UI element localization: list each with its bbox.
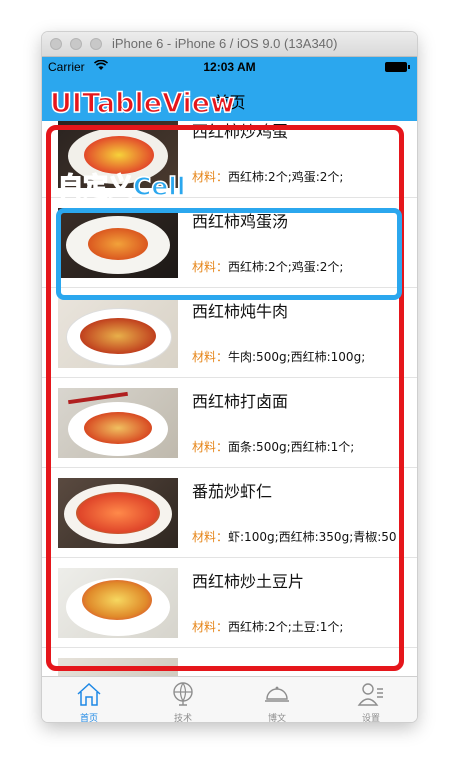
close-window-button[interactable]: [50, 38, 62, 50]
tableview-highlight: [46, 125, 404, 671]
cell-highlight: [56, 208, 402, 300]
tab-settings[interactable]: 设置: [324, 677, 417, 722]
status-bar: Carrier 12:03 AM: [42, 57, 417, 77]
tab-label: 博文: [267, 714, 286, 722]
battery-icon: [385, 62, 410, 72]
zoom-window-button[interactable]: [90, 38, 102, 50]
home-icon: [77, 682, 101, 706]
dome-icon: [265, 686, 289, 702]
tab-home[interactable]: 首页: [42, 677, 136, 722]
tableview-annotation-label: UITableView: [49, 87, 235, 120]
cell-annotation-label: 自定义Cell: [57, 171, 186, 202]
tab-label: 设置: [361, 714, 380, 722]
window-titlebar: iPhone 6 - iPhone 6 / iOS 9.0 (13A340): [42, 32, 417, 57]
globe-icon: [173, 682, 193, 706]
tab-label: 技术: [173, 714, 192, 722]
minimize-window-button[interactable]: [70, 38, 82, 50]
status-time: 12:03 AM: [203, 60, 256, 74]
tab-blog[interactable]: 博文: [230, 677, 324, 722]
window-title: iPhone 6 - iPhone 6 / iOS 9.0 (13A340): [112, 36, 338, 51]
tab-bar: 首页 技术 博文 设置: [42, 676, 417, 722]
tab-label: 首页: [79, 714, 98, 722]
profile-icon: [357, 683, 383, 706]
tab-tech[interactable]: 技术: [136, 677, 230, 722]
